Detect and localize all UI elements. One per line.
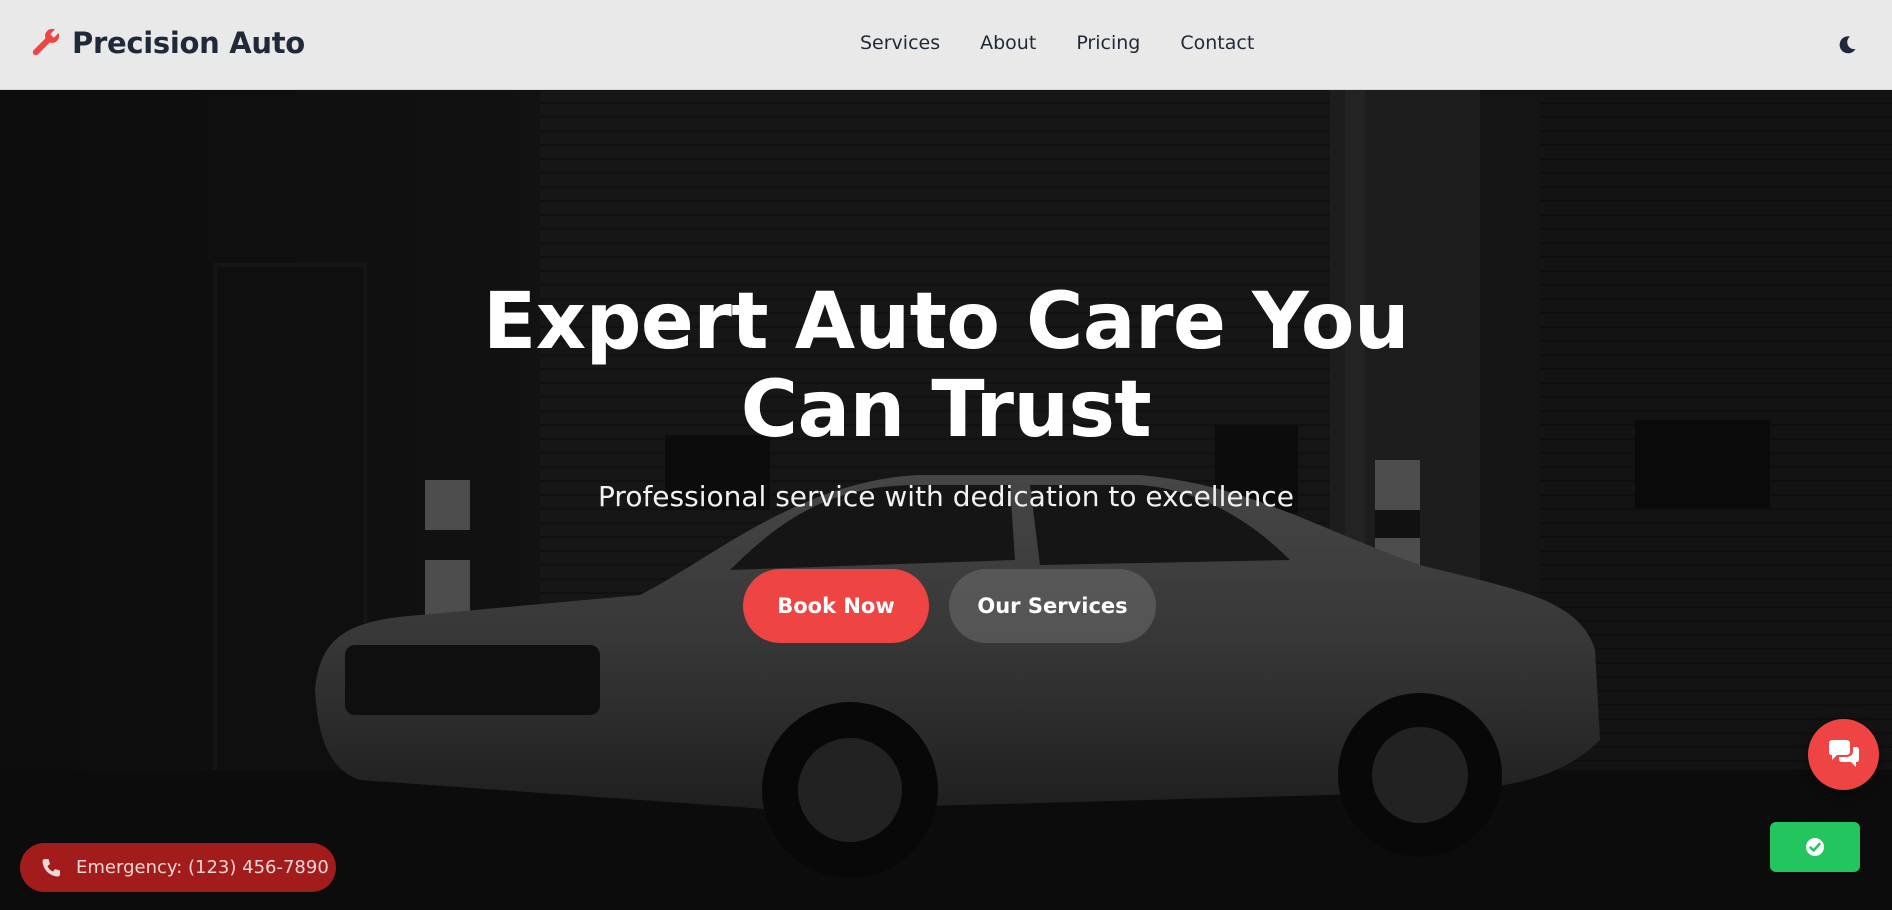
- nav-link-pricing[interactable]: Pricing: [1076, 32, 1140, 54]
- status-check-button[interactable]: [1770, 822, 1860, 872]
- live-chat-button[interactable]: [1808, 719, 1879, 790]
- brand-logo[interactable]: Precision Auto: [28, 26, 305, 60]
- phone-icon: [42, 858, 60, 876]
- emergency-phone-label: Emergency: (123) 456-7890: [76, 857, 329, 878]
- wrench-icon: [32, 28, 60, 56]
- brand-name: Precision Auto: [72, 26, 305, 60]
- chat-bubbles-icon: [1828, 739, 1859, 767]
- check-circle-icon: [1806, 838, 1824, 856]
- theme-toggle-button[interactable]: [1836, 34, 1858, 56]
- hero-subtitle: Professional service with dedication to …: [598, 480, 1294, 513]
- nav-link-contact[interactable]: Contact: [1180, 32, 1254, 54]
- book-now-button[interactable]: Book Now: [743, 569, 929, 643]
- main-nav: Services About Pricing Contact: [860, 32, 1254, 54]
- nav-link-services[interactable]: Services: [860, 32, 940, 54]
- our-services-button[interactable]: Our Services: [949, 569, 1156, 643]
- hero-title: Expert Auto Care You Can Trust: [483, 277, 1410, 455]
- nav-link-about[interactable]: About: [980, 32, 1036, 54]
- hero-section: Expert Auto Care You Can Trust Professio…: [0, 90, 1892, 910]
- emergency-contact-button[interactable]: Emergency: (123) 456-7890: [20, 843, 336, 892]
- site-header: Precision Auto Services About Pricing Co…: [0, 0, 1892, 90]
- moon-icon: [1839, 36, 1856, 54]
